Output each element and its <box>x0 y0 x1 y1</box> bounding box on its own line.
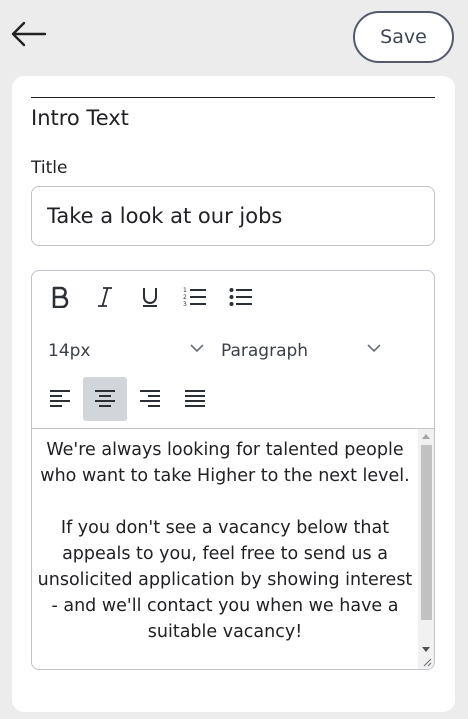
rich-text-editor: 123 14px Paragraph We're always looking … <box>31 270 435 670</box>
title-label: Title <box>31 158 68 178</box>
svg-text:2: 2 <box>183 294 187 301</box>
align-left-icon <box>50 390 70 407</box>
editor-content[interactable]: We're always looking for talented people… <box>32 428 434 669</box>
underline-icon <box>143 288 157 307</box>
align-left-button[interactable] <box>38 377 82 421</box>
scroll-thumb[interactable] <box>421 445 432 620</box>
font-size-select[interactable]: 14px <box>48 337 204 367</box>
align-right-button[interactable] <box>128 377 172 421</box>
align-justify-button[interactable] <box>173 377 217 421</box>
title-input[interactable] <box>31 186 435 246</box>
block-format-select[interactable]: Paragraph <box>221 337 381 367</box>
underline-button[interactable] <box>128 275 172 319</box>
italic-button[interactable] <box>83 275 127 319</box>
chevron-down-icon <box>190 344 204 353</box>
chevron-down-icon <box>367 344 381 353</box>
save-button[interactable]: Save <box>353 11 454 63</box>
align-right-icon <box>140 390 160 407</box>
bullet-list-icon <box>229 288 252 306</box>
scroll-down-icon[interactable] <box>422 647 430 653</box>
bold-button[interactable] <box>38 275 82 319</box>
svg-text:3: 3 <box>183 301 187 308</box>
bullet-list-button[interactable] <box>219 275 263 319</box>
scrollbar[interactable] <box>418 429 434 669</box>
resize-grip-icon[interactable] <box>422 657 432 667</box>
align-center-button[interactable] <box>83 377 127 421</box>
scroll-up-icon[interactable] <box>422 433 430 439</box>
align-center-icon <box>95 390 115 407</box>
arrow-left-icon <box>11 21 47 47</box>
align-justify-icon <box>185 390 205 407</box>
ordered-list-button[interactable]: 123 <box>173 275 217 319</box>
font-size-value: 14px <box>48 341 91 361</box>
svg-text:1: 1 <box>183 287 187 294</box>
block-format-value: Paragraph <box>221 341 309 361</box>
back-button[interactable] <box>10 20 48 48</box>
editor-text[interactable]: We're always looking for talented people… <box>32 437 418 645</box>
content-paragraph: We're always looking for talented people… <box>40 440 410 486</box>
intro-text-card: Intro Text Title 123 <box>12 76 455 712</box>
bold-icon <box>52 286 69 308</box>
italic-icon <box>98 287 112 307</box>
section-title: Intro Text <box>31 106 129 130</box>
divider <box>31 97 435 98</box>
ordered-list-icon: 123 <box>183 287 206 308</box>
content-paragraph: If you don't see a vacancy below that ap… <box>37 518 413 642</box>
